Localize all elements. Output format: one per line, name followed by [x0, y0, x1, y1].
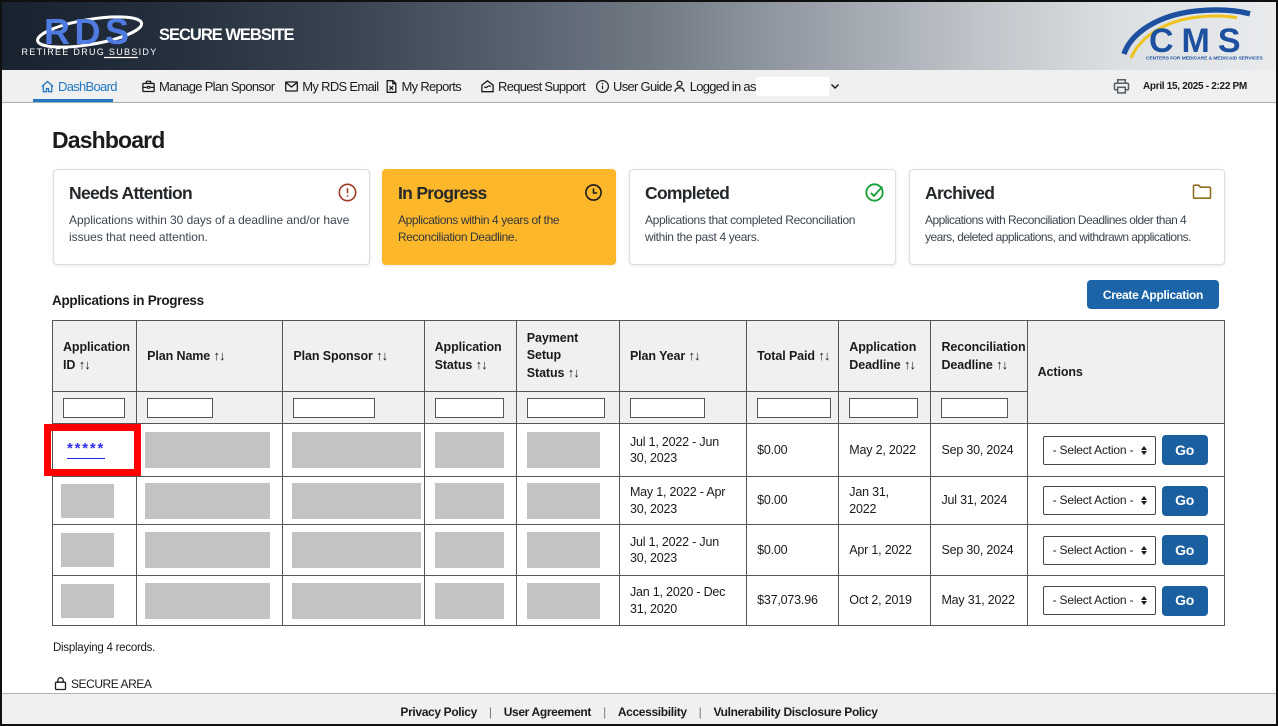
svg-text:RETIREE DRUG SUBSIDY: RETIREE DRUG SUBSIDY: [22, 47, 158, 57]
svg-text:CMS: CMS: [1149, 22, 1249, 60]
svg-text:RDS: RDS: [44, 11, 134, 52]
svg-text:CENTERS FOR MEDICARE & MEDICAI: CENTERS FOR MEDICARE & MEDICAID SERVICES: [1146, 56, 1263, 62]
